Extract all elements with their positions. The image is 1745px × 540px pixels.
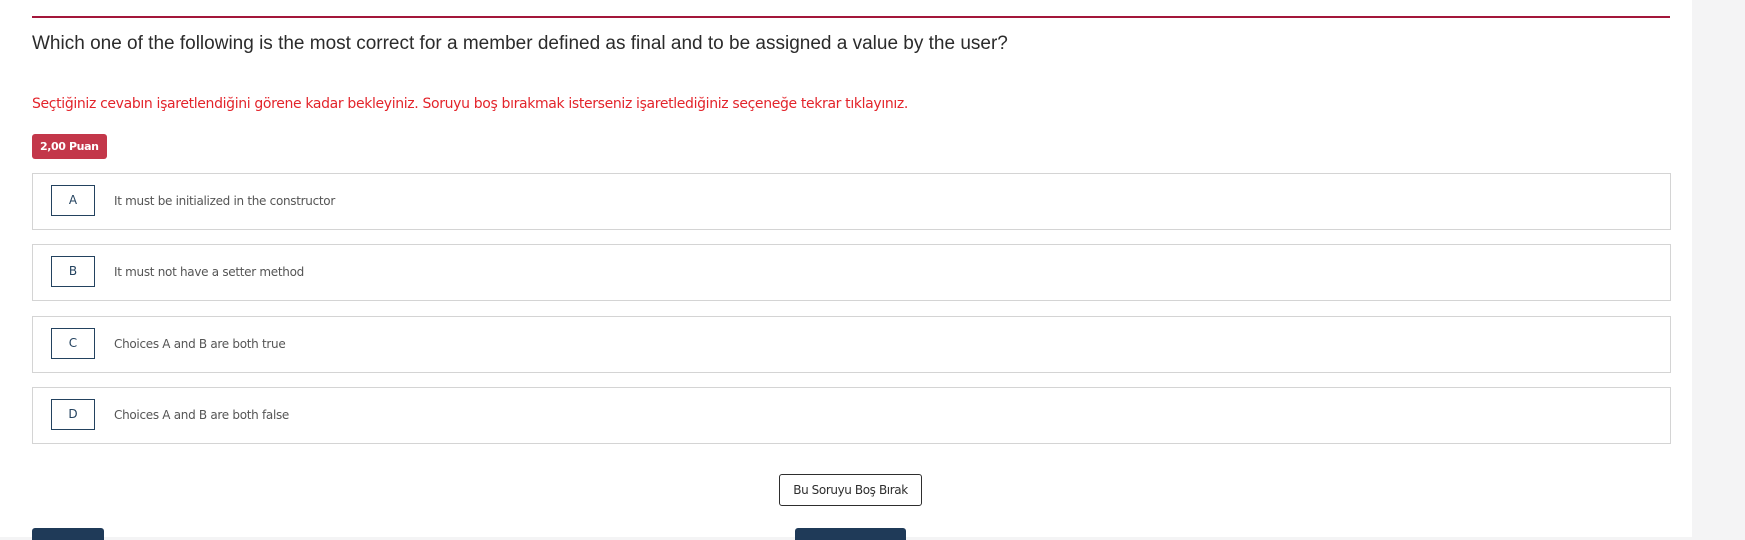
choice-letter-b[interactable]: B — [51, 256, 95, 287]
choice-letter-d[interactable]: D — [51, 399, 95, 430]
points-badge: 2,00 Puan — [32, 134, 107, 159]
choice-letter-c[interactable]: C — [51, 328, 95, 359]
top-divider — [32, 16, 1670, 18]
instruction-notice: Seçtiğiniz cevabın işaretlendiğini gören… — [32, 96, 909, 112]
choice-text-d: Choices A and B are both false — [114, 408, 290, 422]
previous-question-button[interactable] — [32, 528, 104, 540]
question-card: Which one of the following is the most c… — [0, 0, 1692, 540]
choice-text-b: It must not have a setter method — [114, 265, 304, 279]
skip-question-button[interactable]: Bu Soruyu Boş Bırak — [779, 474, 922, 506]
choice-option-d[interactable]: D Choices A and B are both false — [32, 387, 1671, 444]
choice-letter-a[interactable]: A — [51, 185, 95, 216]
choice-text-c: Choices A and B are both true — [114, 337, 286, 351]
choice-option-b[interactable]: B It must not have a setter method — [32, 244, 1671, 301]
question-text: Which one of the following is the most c… — [32, 33, 1008, 54]
choice-option-c[interactable]: C Choices A and B are both true — [32, 316, 1671, 373]
next-question-button[interactable] — [795, 528, 906, 540]
choice-option-a[interactable]: A It must be initialized in the construc… — [32, 173, 1671, 230]
choice-text-a: It must be initialized in the constructo… — [114, 194, 335, 208]
